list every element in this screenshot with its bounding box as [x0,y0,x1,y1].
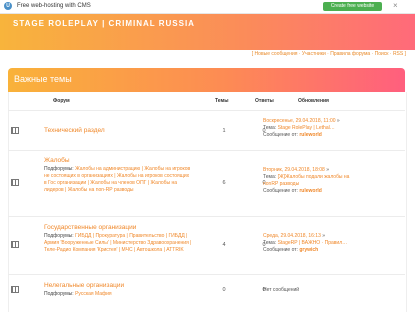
subforums-list: Подфорумы: Жалобы на администрацию | Жал… [44,166,191,193]
site-title[interactable]: STAGE ROLEPLAY | CRIMINAL RUSSIA [13,19,195,28]
forum-folder-icon [11,241,19,248]
forum-folder-icon [11,286,19,293]
last-post-author[interactable]: grywich [299,247,318,253]
column-updates: Обновления [298,98,329,104]
forum-folder-icon [11,179,19,186]
forum-folder-icon [11,127,19,134]
last-topic-link[interactable]: StageRP | ВАЖНО · Правил… [278,240,348,246]
close-icon[interactable]: × [393,1,398,10]
hosting-bar: U Free web-hosting with CMS Create free … [0,0,415,14]
forum-name[interactable]: Технический раздел [44,127,105,134]
panel-title: Важные темы [14,74,72,84]
arrow-right-icon[interactable]: » [337,118,340,124]
topics-count: 4 [222,242,226,248]
last-post: Вторник, 29.04.2018, 18:08 » Тема: [Ж]Жа… [263,167,350,194]
create-website-button[interactable]: Create free website [323,2,382,11]
last-post-date[interactable]: Среда, 29.04.2018, 16:13 [263,233,321,239]
topics-count: 1 [222,128,226,134]
arrow-right-icon[interactable]: » [326,167,329,173]
hosting-logo-icon: U [4,2,12,10]
last-post-author[interactable]: ruleworld [299,188,322,194]
topics-count: 0 [222,287,226,293]
last-topic-link[interactable]: Stage RolePlay | Lethal… [278,125,335,131]
column-forum: Форум [53,98,70,104]
nav-links[interactable]: [ Новые сообщения · Участники · Правила … [252,51,406,57]
subforums-list: Подфорумы: ГИБДД | Прокуратура | Правите… [44,233,192,253]
last-post-date[interactable]: Воскресенье, 29.04.2018, 11:00 [263,118,336,124]
last-post: Воскресенье, 29.04.2018, 11:00 » Тема: S… [263,118,340,138]
last-topic-link[interactable]: [Ж]Жалобы подали жалобы на nonRP разводы [263,174,349,187]
forum-name[interactable]: Государственные организации [44,224,136,231]
forum-name[interactable]: Нелегальные организации [44,282,124,289]
column-replies: Ответы [255,98,274,104]
subforums-list: Подфорумы: Русская Мафия [44,291,112,297]
arrow-right-icon[interactable]: » [322,233,325,239]
column-topics: Темы [215,98,229,104]
last-post: Среда, 29.04.2018, 16:13 » Тема: StageRP… [263,233,348,253]
last-post-none: Нет сообщений [263,287,300,293]
last-post-date[interactable]: Вторник, 29.04.2018, 18:08 [263,167,325,173]
last-post-author[interactable]: ruleworld [299,132,322,138]
topics-count: 6 [222,180,226,186]
forum-name[interactable]: Жалобы [44,157,70,164]
hosting-bar-text: Free web-hosting with CMS [17,3,91,9]
subforum-links[interactable]: Русская Мафия [75,291,112,297]
